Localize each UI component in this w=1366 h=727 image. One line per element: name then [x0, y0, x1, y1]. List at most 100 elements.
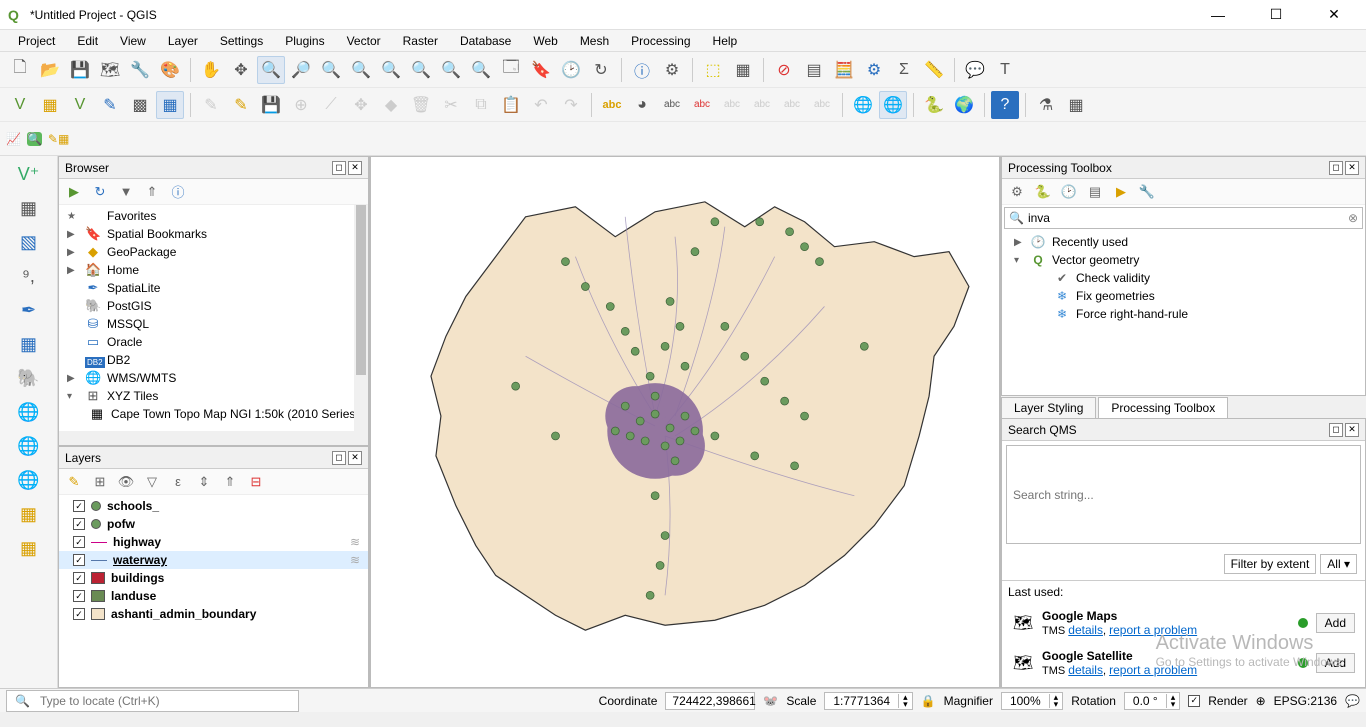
add-feature-icon[interactable]: ⊕: [287, 91, 315, 119]
vector-layer-icon[interactable]: V⁺: [15, 160, 43, 188]
style-manager-icon[interactable]: 🎨: [156, 56, 184, 84]
style-icon[interactable]: ✎: [65, 473, 83, 491]
zoom-full-icon[interactable]: 🔍: [347, 56, 375, 84]
delete-icon[interactable]: 🗑: [407, 91, 435, 119]
wfs-icon[interactable]: 🌐: [15, 466, 43, 494]
tab-layer-styling[interactable]: Layer Styling: [1001, 397, 1096, 418]
new-layout-icon[interactable]: 🗺: [96, 56, 124, 84]
wms-icon[interactable]: 🌐: [15, 398, 43, 426]
select-icon[interactable]: ⬚: [699, 56, 727, 84]
details-link[interactable]: details: [1068, 663, 1103, 677]
coord-value[interactable]: 724422,398661: [665, 692, 755, 710]
pan-icon[interactable]: ✋: [197, 56, 225, 84]
menu-layer[interactable]: Layer: [158, 32, 208, 50]
menu-help[interactable]: Help: [703, 32, 748, 50]
add-layer-icon[interactable]: ▶: [65, 183, 83, 201]
zoom-in-icon[interactable]: 🔍: [257, 56, 285, 84]
layer-item[interactable]: ✓highway≋: [59, 533, 368, 551]
action-icon[interactable]: ⚙: [658, 56, 686, 84]
identify-icon[interactable]: ⓘ: [628, 56, 656, 84]
web-icon[interactable]: 🌍: [950, 91, 978, 119]
spatialite-icon[interactable]: ✒: [15, 296, 43, 324]
processing-item[interactable]: ❄Fix geometries: [1006, 287, 1361, 305]
pan-selection-icon[interactable]: ✥: [227, 56, 255, 84]
render-checkbox[interactable]: ✓: [1188, 695, 1200, 707]
edit-toggle-icon[interactable]: ✎: [197, 91, 225, 119]
field-calc-icon[interactable]: 🧮: [830, 56, 858, 84]
browser-item[interactable]: ⛁MSSQL: [59, 315, 368, 333]
layer-item[interactable]: ✓landuse: [59, 587, 368, 605]
close-panel-button[interactable]: ✕: [1345, 161, 1359, 175]
close-panel-button[interactable]: ✕: [1345, 423, 1359, 437]
processing-item[interactable]: ✔Check validity: [1006, 269, 1361, 287]
undo-icon[interactable]: ↶: [527, 91, 555, 119]
label-change-icon[interactable]: abc: [808, 91, 836, 119]
new-shapefile-icon[interactable]: V: [66, 91, 94, 119]
zoom-layer-icon[interactable]: 🔍: [407, 56, 435, 84]
minimize-button[interactable]: —: [1198, 1, 1238, 29]
rotation-input[interactable]: 0.0 °▴▾: [1124, 692, 1180, 710]
menu-web[interactable]: Web: [523, 32, 567, 50]
clear-search-icon[interactable]: ⊗: [1348, 211, 1358, 225]
layer-checkbox[interactable]: ✓: [73, 500, 85, 512]
menu-project[interactable]: Project: [8, 32, 65, 50]
remove-layer-icon[interactable]: ⊟: [247, 473, 265, 491]
select-value-icon[interactable]: ▦: [729, 56, 757, 84]
toolbox-icon[interactable]: ⚙: [860, 56, 888, 84]
maptips-icon[interactable]: 💬: [961, 56, 989, 84]
paste-icon[interactable]: 📋: [497, 91, 525, 119]
close-button[interactable]: ✕: [1314, 1, 1354, 29]
deselect-icon[interactable]: ⊘: [770, 56, 798, 84]
browser-item[interactable]: DB2DB2: [59, 351, 368, 369]
digitize-icon[interactable]: ⟋: [317, 91, 345, 119]
browser-item[interactable]: ▾⊞XYZ Tiles: [59, 387, 368, 405]
layer-checkbox[interactable]: ✓: [73, 554, 85, 566]
globe-search-icon[interactable]: 🌐: [879, 91, 907, 119]
lock-scale-icon[interactable]: 🔒: [921, 694, 936, 708]
menu-processing[interactable]: Processing: [621, 32, 700, 50]
wcs-icon[interactable]: 🌐: [15, 432, 43, 460]
menu-edit[interactable]: Edit: [67, 32, 108, 50]
collapse-layers-icon[interactable]: ⇑: [221, 473, 239, 491]
node-tool-icon[interactable]: ◆: [377, 91, 405, 119]
new-bookmark-icon[interactable]: 🔖: [527, 56, 555, 84]
label-pin-icon[interactable]: abc: [688, 91, 716, 119]
virtual-layer-icon[interactable]: ▦: [15, 330, 43, 358]
map-canvas[interactable]: [370, 156, 1000, 688]
label-tool-icon[interactable]: abc: [658, 91, 686, 119]
crs-icon[interactable]: ⊕: [1256, 694, 1266, 708]
tab-processing-toolbox[interactable]: Processing Toolbox: [1098, 397, 1228, 418]
refresh-browser-icon[interactable]: ↻: [91, 183, 109, 201]
results-icon[interactable]: ▤: [1086, 183, 1104, 201]
scale-input[interactable]: 1:7771364▴▾: [824, 692, 912, 710]
processing-item[interactable]: ❄Force right-hand-rule: [1006, 305, 1361, 323]
browser-item[interactable]: ▶🏠Home: [59, 261, 368, 279]
layer-item[interactable]: ✓ashanti_admin_boundary: [59, 605, 368, 623]
filter-extent-button[interactable]: Filter by extent: [1224, 554, 1317, 574]
python-icon[interactable]: 🐍: [920, 91, 948, 119]
layout-manager-icon[interactable]: 🔧: [126, 56, 154, 84]
history-icon[interactable]: 🕑: [1060, 183, 1078, 201]
cut-icon[interactable]: ✂: [437, 91, 465, 119]
browser-item[interactable]: ▶◆GeoPackage: [59, 243, 368, 261]
visibility-icon[interactable]: 👁: [117, 473, 135, 491]
browser-item[interactable]: ★Favorites: [59, 207, 368, 225]
plugin2-icon[interactable]: ▦: [1062, 91, 1090, 119]
extents-icon[interactable]: 🐭: [763, 694, 778, 708]
new-virtual-icon[interactable]: ▦: [156, 91, 184, 119]
diagram-icon[interactable]: ◕: [628, 91, 656, 119]
maximize-button[interactable]: ☐: [1256, 1, 1296, 29]
edit-in-place-icon[interactable]: ▶: [1112, 183, 1130, 201]
mesh-layer-icon[interactable]: ▧: [15, 228, 43, 256]
python-icon[interactable]: 🐍: [1034, 183, 1052, 201]
locator-input[interactable]: [34, 692, 294, 710]
model-icon[interactable]: ⚙: [1008, 183, 1026, 201]
details-link[interactable]: details: [1068, 623, 1103, 637]
add-group-icon[interactable]: ⊞: [91, 473, 109, 491]
zoom-native-icon[interactable]: 🔍: [317, 56, 345, 84]
magnifier-input[interactable]: 100%▴▾: [1001, 692, 1063, 710]
globe-icon[interactable]: 🌐: [849, 91, 877, 119]
xyz-icon[interactable]: ▦: [15, 500, 43, 528]
chip-icon[interactable]: ▩: [126, 91, 154, 119]
menu-settings[interactable]: Settings: [210, 32, 273, 50]
